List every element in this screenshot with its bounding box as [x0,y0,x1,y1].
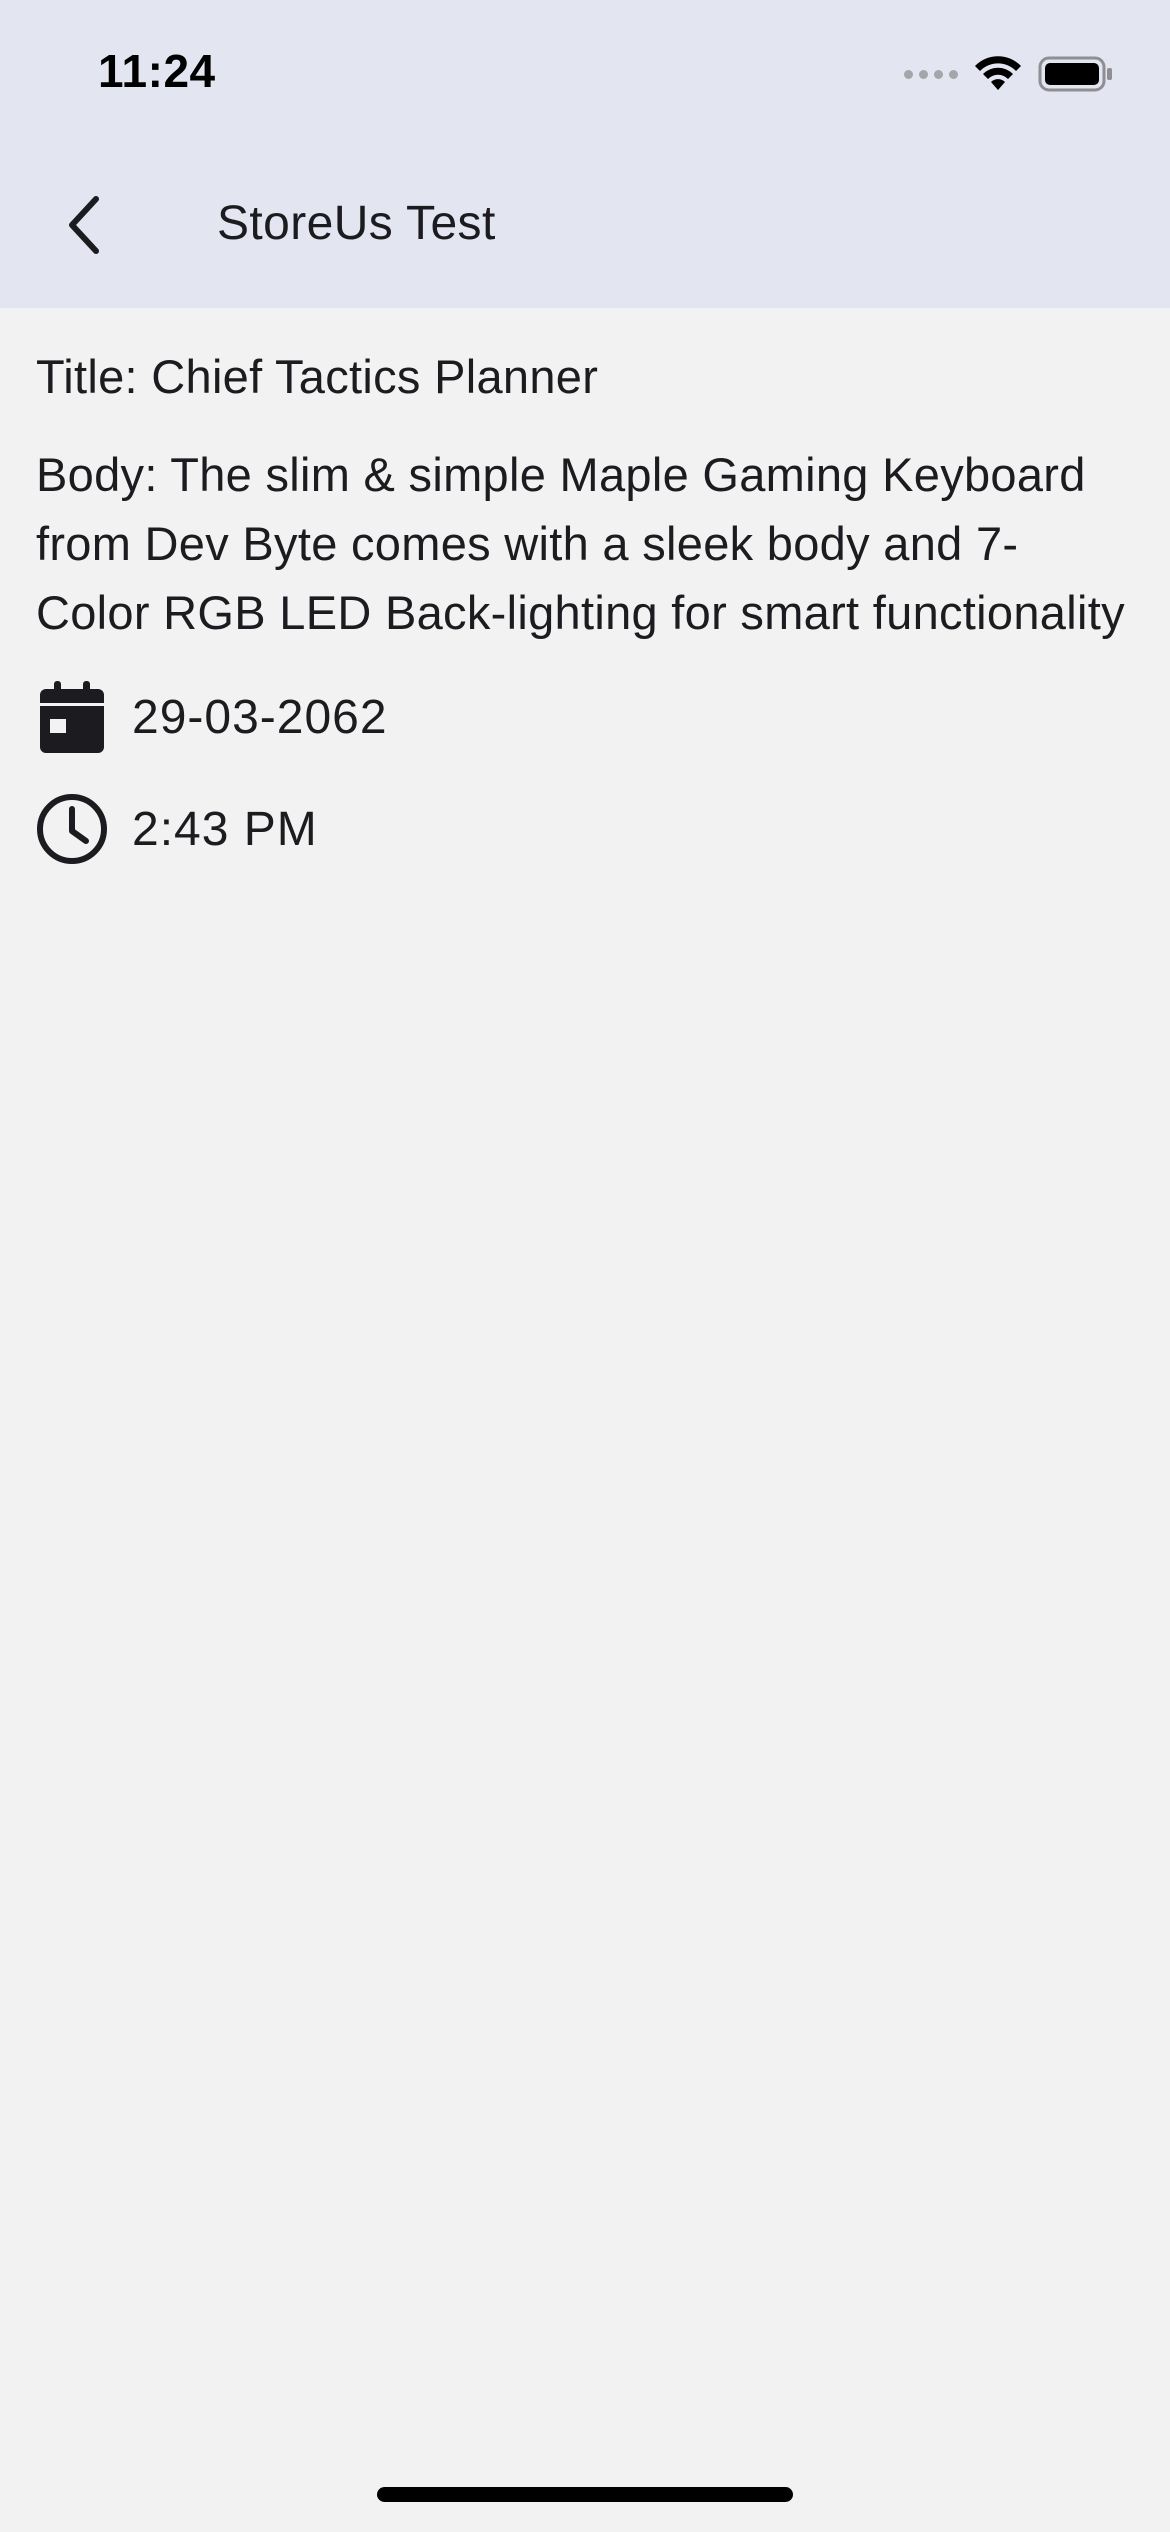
cellular-signal-icon [904,69,958,79]
app-bar: StoreUs Test [0,150,1170,308]
time-row: 2:43 PM [36,773,1136,885]
status-time: 11:24 [98,45,216,97]
post-title: Title: Chief Tactics Planner [36,350,599,403]
status-bar: 11:24 [0,0,1170,150]
back-button[interactable] [44,180,124,270]
post-detail: Title: Chief Tactics Planner Body: The s… [36,340,1136,885]
date-row: 29-03-2062 [36,661,1136,773]
status-icons [904,54,1114,94]
chevron-left-icon [69,196,99,254]
post-time: 2:43 PM [132,802,318,856]
wifi-icon [975,56,1021,90]
post-date: 29-03-2062 [132,690,388,744]
post-body: Body: The slim & simple Maple Gaming Key… [36,448,1125,639]
clock-icon [36,793,108,865]
header-area: 11:24 StoreUs Test [0,0,1170,308]
battery-icon [1038,56,1112,92]
calendar-icon [36,681,108,753]
page-title: StoreUs Test [217,197,496,250]
home-indicator[interactable] [377,2487,793,2502]
